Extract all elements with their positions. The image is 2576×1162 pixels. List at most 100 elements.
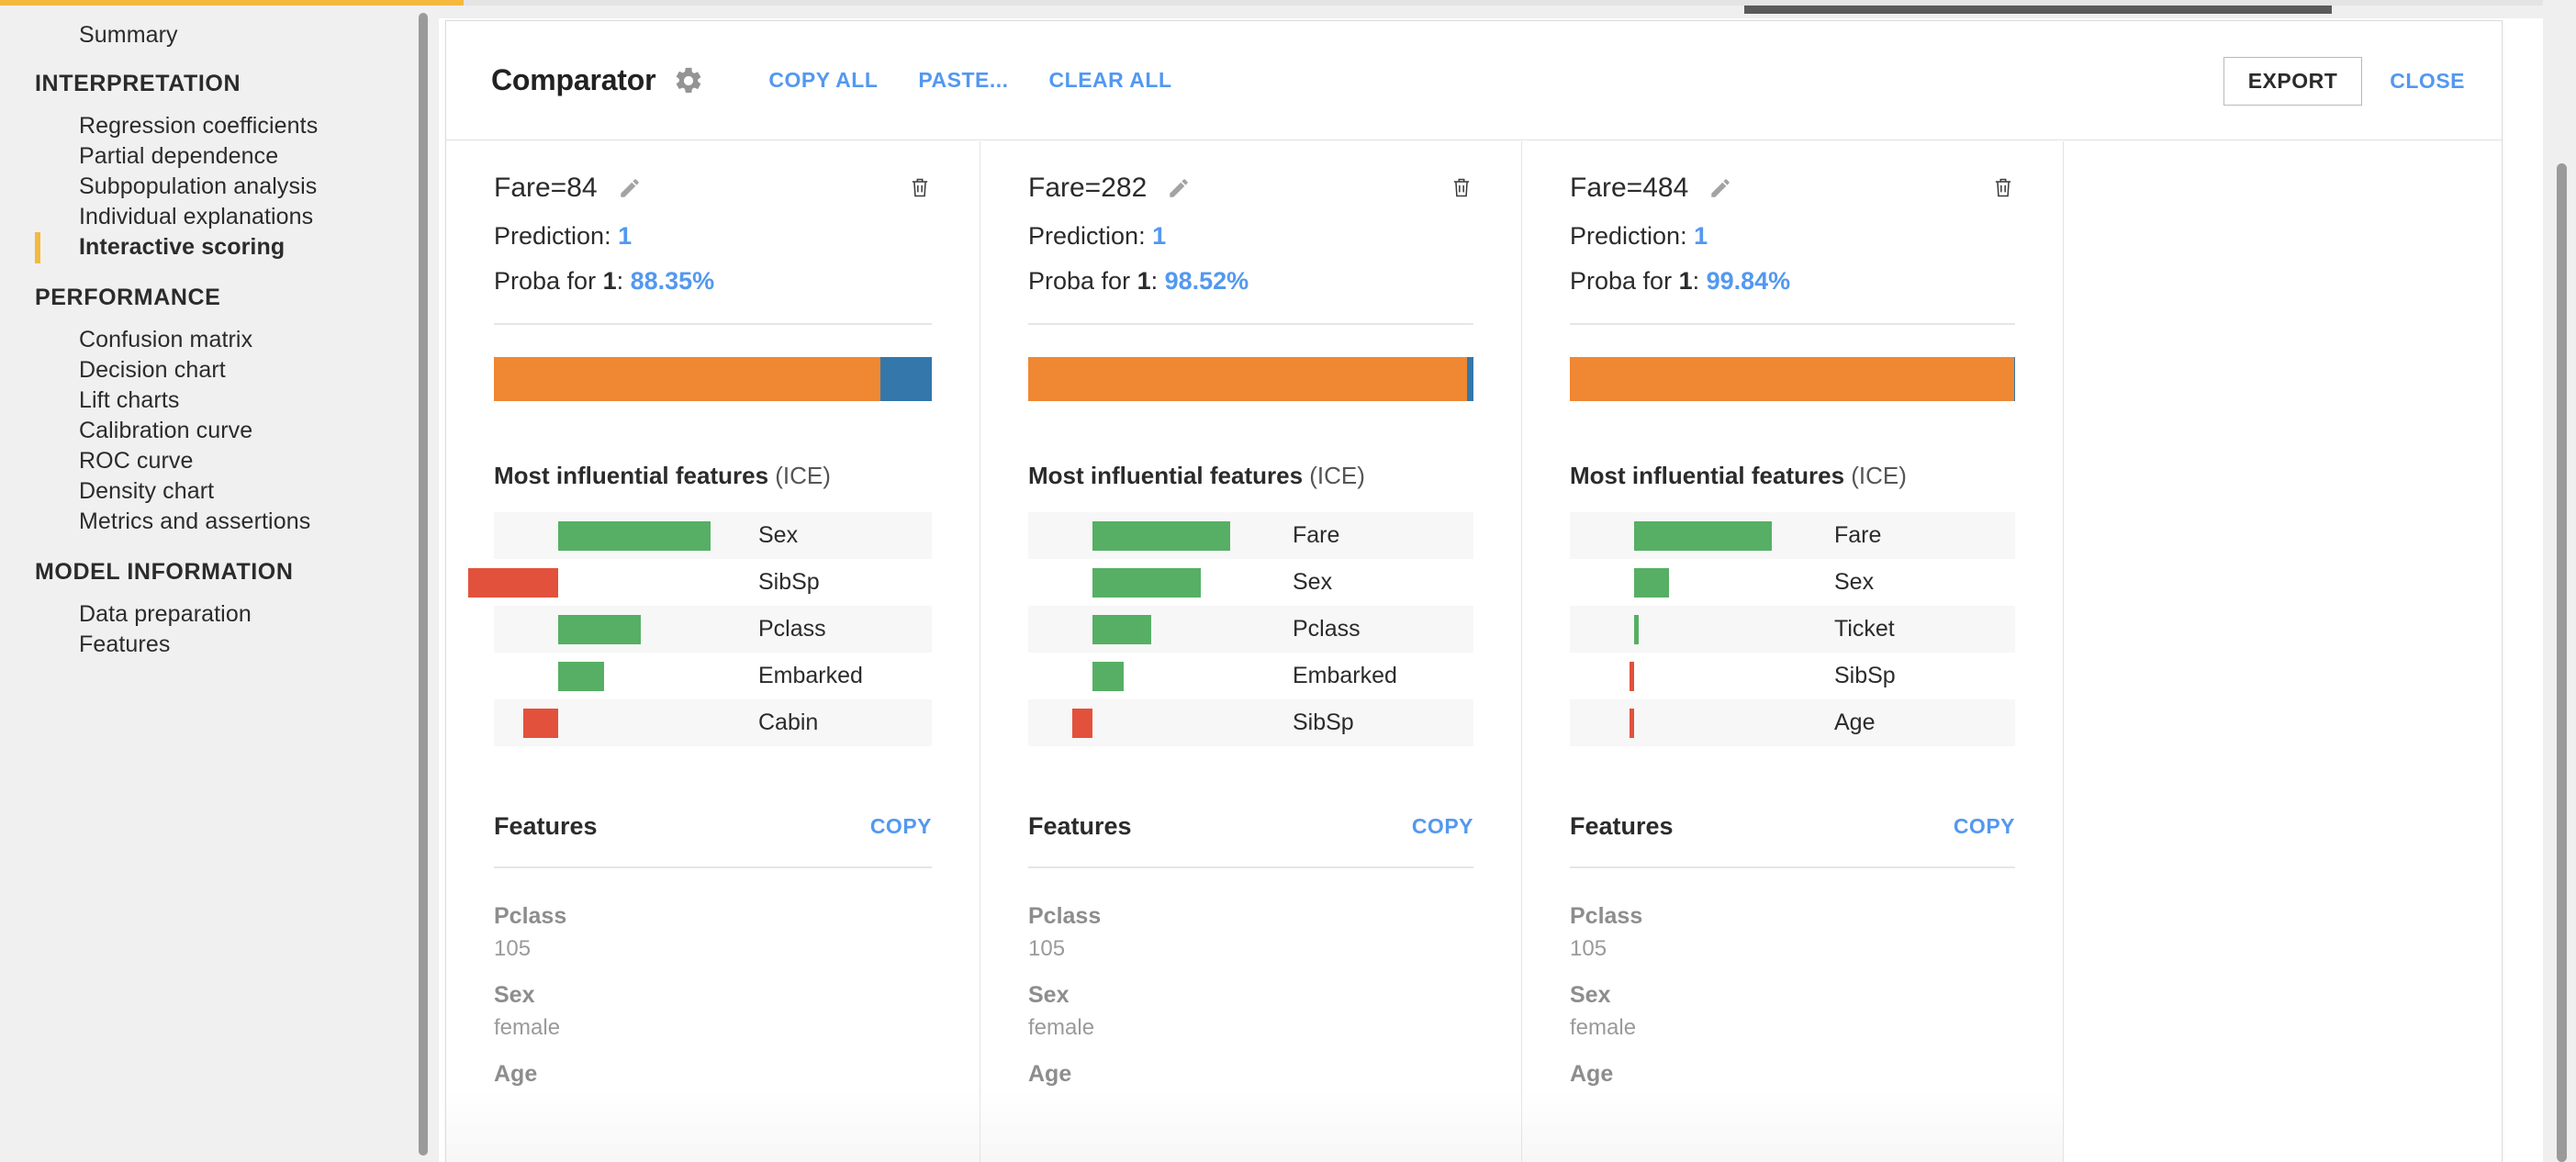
feature-value: female	[1028, 1015, 1095, 1040]
prediction-value: 1	[1152, 222, 1167, 250]
pencil-icon[interactable]	[1167, 176, 1191, 200]
sidebar-scrollbar-thumb[interactable]	[419, 13, 428, 1156]
sidebar-item-label: Subpopulation analysis	[79, 173, 318, 199]
copy-all-link[interactable]: COPY ALL	[768, 68, 878, 93]
divider	[494, 323, 932, 325]
ice-bar-plot	[468, 559, 746, 606]
sidebar-item-label: Individual explanations	[79, 203, 314, 229]
comparator-columns: Fare=84 Prediction: 1 Proba for 1: 88.35% M…	[446, 141, 2502, 1162]
ice-title-strong: Most influential features	[1028, 462, 1310, 489]
clear-all-link[interactable]: CLEAR ALL	[1049, 68, 1172, 93]
ice-bar-plot	[1028, 606, 1281, 653]
divider	[494, 866, 932, 868]
pencil-icon[interactable]	[618, 176, 642, 200]
ice-row: Pclass	[1028, 606, 1473, 653]
browser-tab-strip	[1744, 6, 2332, 14]
feature-item: Sex female	[494, 962, 932, 1041]
ice-list: Fare Sex Ticket SibSp Age	[1570, 512, 2015, 746]
paste-link[interactable]: PASTE...	[918, 68, 1008, 93]
divider	[1028, 323, 1473, 325]
ice-row: Embarked	[494, 653, 932, 699]
close-button[interactable]: CLOSE	[2390, 69, 2465, 94]
probability-bar-class0	[1466, 357, 1473, 401]
divider	[1028, 866, 1473, 868]
features-list: Pclass 105 Sex female Age	[1028, 883, 1473, 1088]
feature-value: female	[1570, 1015, 1637, 1040]
probability-separator: :	[1692, 267, 1707, 295]
ice-bar-plot	[1570, 699, 1822, 746]
prediction-value: 1	[618, 222, 633, 250]
ice-bar-plot	[1570, 606, 1822, 653]
comparator-header: Comparator COPY ALL PASTE... CLEAR ALL EXP…	[446, 21, 2502, 140]
ice-feature-label: Embarked	[1293, 663, 1397, 688]
sidebar-item-label: Partial dependence	[79, 142, 279, 169]
probability-value: 98.52%	[1164, 267, 1249, 295]
prediction-line: Prediction: 1	[1028, 222, 1473, 251]
probability-bar	[1570, 357, 2015, 401]
comparator-empty-column[interactable]	[2064, 141, 2470, 1162]
divider	[1570, 866, 2015, 868]
comparator-column: Fare=282 Prediction: 1 Proba for 1: 98.52%…	[980, 141, 1522, 1162]
ice-row: Fare	[1028, 512, 1473, 559]
copy-features-button[interactable]: COPY	[870, 814, 932, 839]
ice-feature-label: SibSp	[758, 569, 820, 595]
probability-value: 99.84%	[1706, 267, 1791, 295]
feature-item: Pclass 105	[1028, 883, 1473, 962]
probability-bar	[494, 357, 932, 401]
probability-line: Proba for 1: 98.52%	[1028, 267, 1473, 296]
gear-icon[interactable]	[673, 65, 704, 96]
feature-key: Age	[494, 1061, 538, 1087]
pencil-icon[interactable]	[1708, 176, 1732, 200]
trash-icon[interactable]	[1991, 174, 2015, 200]
trash-icon[interactable]	[1450, 174, 1473, 200]
probability-class: 1	[602, 267, 617, 295]
probability-bar-class1	[494, 357, 881, 401]
features-title: Features	[494, 812, 598, 840]
probability-bar-class1	[1028, 357, 1467, 401]
probability-value: 88.35%	[630, 267, 715, 295]
sidebar-item-label: Lift charts	[79, 386, 180, 413]
sidebar-item-metrics-and-assertions[interactable]: Metrics and assertions	[0, 503, 413, 540]
scroll-fade	[980, 1089, 1521, 1162]
feature-key: Sex	[1028, 982, 1070, 1008]
features-list: Pclass 105 Sex female Age	[1570, 883, 2015, 1088]
ice-row: Ticket	[1570, 606, 2015, 653]
feature-key: Age	[1570, 1061, 1614, 1087]
page-title: Comparator	[491, 63, 656, 96]
export-button[interactable]: EXPORT	[2223, 56, 2363, 106]
ice-feature-label: Ticket	[1834, 616, 1895, 642]
ice-bar	[1092, 662, 1125, 691]
sidebar-item-label: Calibration curve	[79, 417, 253, 443]
ice-bar	[558, 521, 711, 551]
ice-row: Embarked	[1028, 653, 1473, 699]
ice-feature-label: Sex	[1834, 569, 1875, 595]
sidebar-active-indicator	[35, 232, 40, 263]
sidebar-item-summary[interactable]: Summary	[0, 17, 413, 53]
sidebar-item-label: Features	[79, 631, 171, 657]
sidebar-item-interactive-scoring[interactable]: Interactive scoring	[0, 229, 413, 265]
trash-icon[interactable]	[908, 174, 932, 200]
ice-bar-plot	[494, 699, 746, 746]
ice-feature-label: Age	[1834, 709, 1876, 735]
sidebar-item-features[interactable]: Features	[0, 626, 413, 663]
case-name: Fare=282	[1028, 173, 1148, 203]
ice-row: Sex	[1028, 559, 1473, 606]
ice-feature-label: Sex	[758, 522, 799, 548]
copy-features-button[interactable]: COPY	[1954, 814, 2015, 839]
ice-bar	[1634, 568, 1670, 598]
probability-bar-class1	[1570, 357, 2015, 401]
sidebar-section-interpretation: INTERPRETATION	[35, 70, 241, 96]
feature-key: Pclass	[494, 903, 567, 929]
feature-item: Pclass 105	[494, 883, 932, 962]
feature-key: Sex	[494, 982, 535, 1008]
ice-feature-label: SibSp	[1834, 663, 1896, 688]
page-scrollbar-thumb[interactable]	[2557, 163, 2567, 1162]
ice-bar-plot	[494, 512, 746, 559]
copy-features-button[interactable]: COPY	[1412, 814, 1473, 839]
feature-key: Pclass	[1570, 903, 1643, 929]
ice-bar	[468, 568, 559, 598]
feature-item: Age	[1028, 1041, 1473, 1088]
feature-key: Sex	[1570, 982, 1611, 1008]
prediction-label: Prediction:	[494, 222, 619, 250]
features-header: Features COPY	[494, 812, 932, 841]
